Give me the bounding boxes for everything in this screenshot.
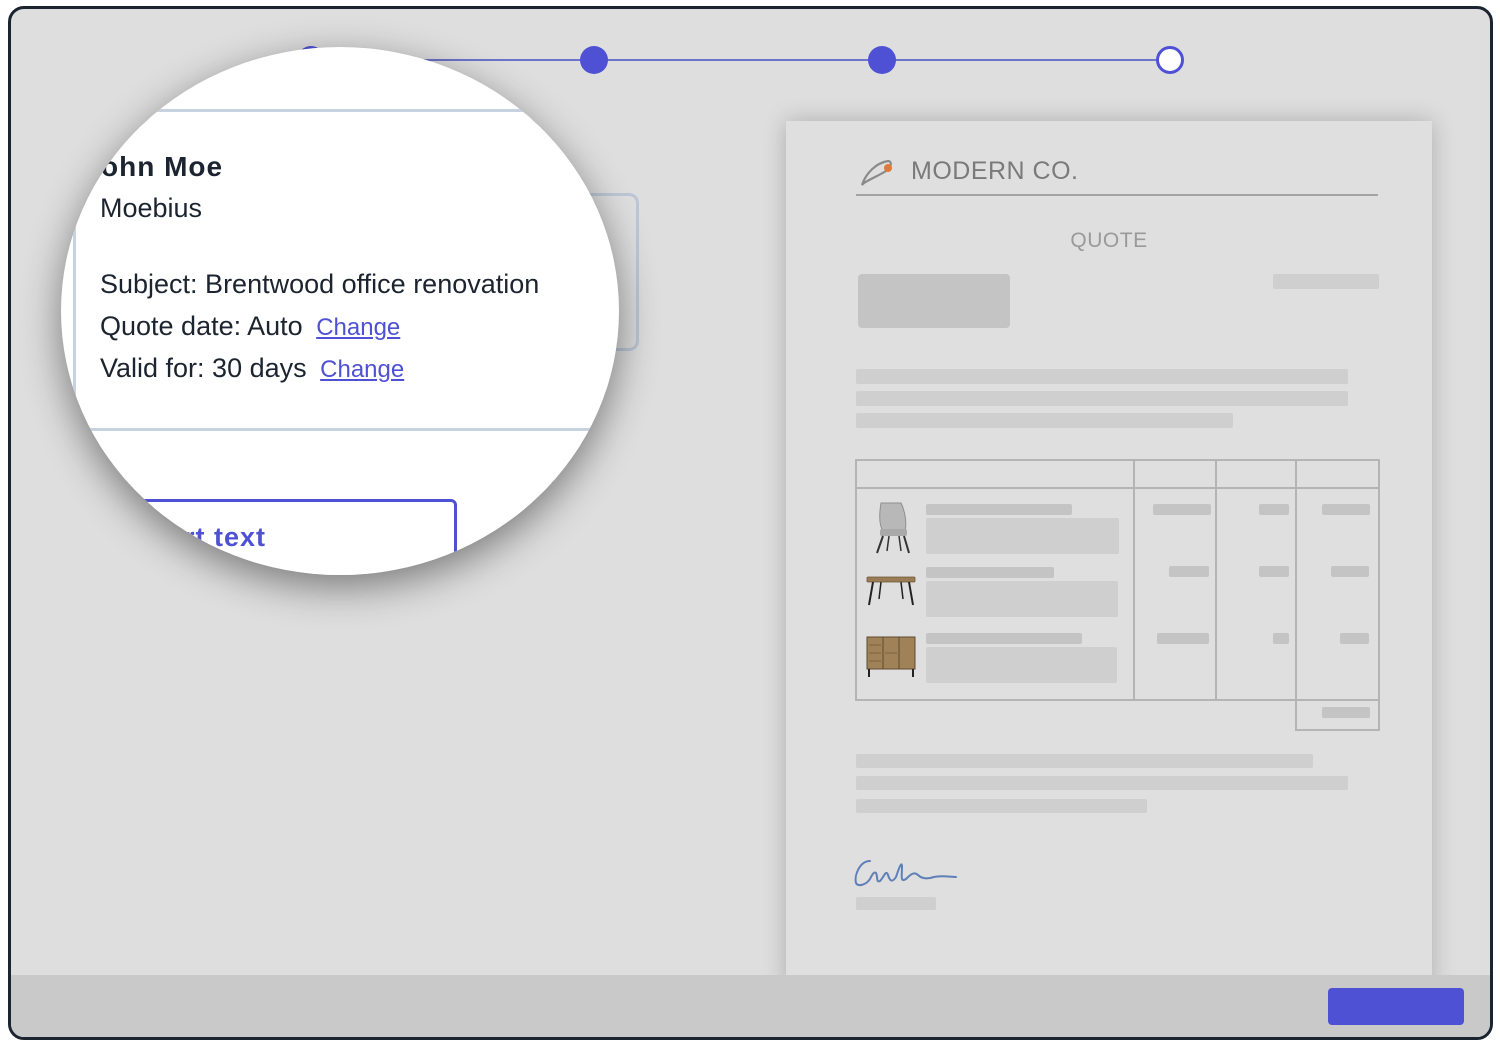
client-name: ohn Moe <box>101 151 224 182</box>
text-line-placeholder <box>856 799 1147 813</box>
table-column-divider <box>1295 461 1297 699</box>
grand-total-placeholder <box>1322 707 1370 718</box>
item-name-placeholder <box>926 567 1054 578</box>
step-2-dot[interactable] <box>580 46 608 74</box>
sideboard-icon <box>866 636 916 677</box>
client-company: Moebius <box>100 193 203 223</box>
price-placeholder <box>1259 504 1289 515</box>
item-description-placeholder <box>926 581 1118 617</box>
chair-icon <box>876 502 910 554</box>
total-placeholder <box>1331 566 1369 577</box>
items-table <box>855 459 1380 701</box>
quote-date-label: Quote date: Auto <box>100 311 303 341</box>
text-line-placeholder <box>856 413 1233 428</box>
change-quote-date-link[interactable]: Change <box>316 314 400 341</box>
qty-placeholder <box>1169 566 1209 577</box>
date-placeholder <box>1273 274 1379 289</box>
text-line-placeholder <box>856 776 1348 790</box>
item-name-placeholder <box>926 504 1072 515</box>
item-name-placeholder <box>926 633 1082 644</box>
text-line-placeholder <box>856 391 1348 406</box>
item-description-placeholder <box>926 647 1117 683</box>
valid-for-label: Valid for: 30 days <box>100 353 307 383</box>
insert-text-button[interactable]: rt text <box>81 499 457 575</box>
step-3-dot[interactable] <box>868 46 896 74</box>
quote-date-row: Quote date: Auto Change <box>100 311 400 342</box>
quote-document-preview: MODERN CO. QUOTE <box>786 121 1432 991</box>
table-icon <box>866 576 916 606</box>
table-column-divider <box>1215 461 1217 699</box>
doc-brand-name: MODERN CO. <box>911 157 1079 185</box>
footer-bar <box>11 975 1490 1037</box>
item-description-placeholder <box>926 518 1119 554</box>
table-header-divider <box>857 487 1378 489</box>
doc-title: QUOTE <box>1070 229 1148 252</box>
table-column-divider <box>1133 461 1135 699</box>
signature-scribble <box>854 860 957 887</box>
text-line-placeholder <box>856 754 1313 768</box>
price-placeholder <box>1273 633 1289 644</box>
step-4-dot[interactable] <box>1156 46 1184 74</box>
quote-subject: Subject: Brentwood office renovation <box>100 269 540 299</box>
grand-total-cell <box>1295 699 1380 731</box>
client-block-placeholder <box>858 274 1010 328</box>
total-placeholder <box>1340 633 1369 644</box>
qty-placeholder <box>1153 504 1211 515</box>
price-placeholder <box>1259 566 1289 577</box>
change-valid-for-link[interactable]: Change <box>320 356 404 383</box>
next-button[interactable] <box>1328 988 1464 1025</box>
valid-for-row: Valid for: 30 days Change <box>100 353 404 384</box>
signer-name-placeholder <box>856 897 936 910</box>
brush-logo-icon <box>860 159 892 186</box>
text-line-placeholder <box>856 369 1348 384</box>
total-placeholder <box>1322 504 1370 515</box>
app-window: ohn Moe Moebius Subject: Brentwood offic… <box>8 6 1493 1040</box>
qty-placeholder <box>1157 633 1209 644</box>
zoom-magnifier: ohn Moe Moebius Subject: Brentwood offic… <box>61 47 619 575</box>
insert-text-label: rt text <box>184 522 267 552</box>
doc-header-rule <box>856 194 1378 196</box>
